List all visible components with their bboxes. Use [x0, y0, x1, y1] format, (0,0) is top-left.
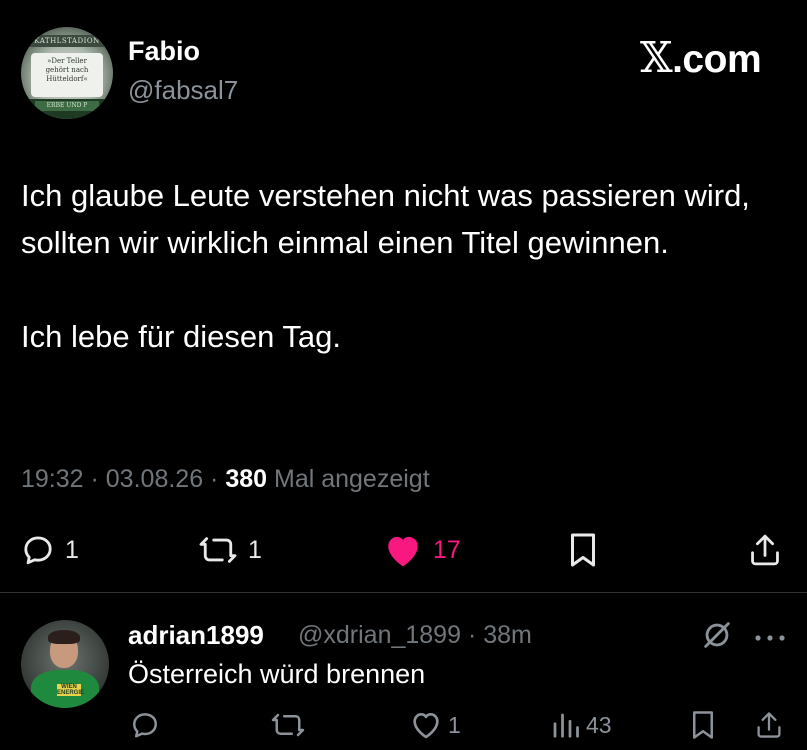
reply-avatar[interactable]: WIEN ENERGIE	[21, 620, 109, 708]
views-count[interactable]: 380	[225, 465, 267, 493]
reply-bookmark-button[interactable]	[690, 708, 716, 742]
like-count: 17	[433, 535, 461, 564]
tweet-text: Ich glaube Leute verstehen nicht was pas…	[21, 172, 791, 360]
tweet-paragraph: Ich lebe für diesen Tag.	[21, 319, 341, 354]
reply-author-handle[interactable]: @xdrian_1899	[298, 621, 461, 649]
avatar-band-text: ERBE UND P	[35, 101, 99, 111]
author-name[interactable]: Fabio	[128, 36, 200, 67]
avatar-sign-line: gehört nach	[45, 66, 89, 74]
avatar-hair	[48, 630, 80, 644]
avatar-sign: »Der Teller gehört nach Hütteldorf«	[31, 53, 103, 97]
reply-views-count: 43	[586, 711, 612, 738]
x-logo: 𝕏.com	[640, 33, 762, 82]
share-button[interactable]	[748, 530, 782, 570]
avatar-banner-text: KATHLSTADION	[29, 35, 105, 47]
tweet-date[interactable]: 03.08.26	[106, 465, 203, 493]
meta-separator: ·	[83, 465, 106, 493]
meta-separator: ·	[203, 465, 226, 493]
avatar-shirt-text: WIEN ENERGIE	[57, 684, 85, 696]
reply-icon	[133, 713, 157, 738]
reply-button[interactable]: 1	[21, 530, 79, 570]
divider	[0, 592, 807, 593]
reply-views-button[interactable]: 43	[550, 708, 612, 742]
heart-filled-icon	[388, 536, 418, 567]
repost-button[interactable]: 1	[198, 530, 262, 570]
avatar-band: ERBE UND P	[21, 99, 113, 119]
tweet-meta: 19:32 · 03.08.26 · 380 Mal angezeigt	[21, 465, 430, 494]
reply-author-name[interactable]: adrian1899	[128, 620, 264, 651]
x-logo-icon: 𝕏	[640, 33, 673, 82]
repost-icon	[271, 713, 305, 737]
repost-icon	[199, 537, 237, 563]
avatar-shirt: WIEN ENERGIE	[31, 670, 99, 708]
bookmark-icon	[571, 533, 595, 567]
reply-text: Österreich würd brennen	[128, 659, 426, 689]
reply-like-button[interactable]: 1	[410, 708, 461, 742]
heart-icon	[413, 713, 439, 739]
repost-count: 1	[248, 535, 262, 564]
reply-repost-button[interactable]	[270, 708, 306, 742]
reply-icon	[24, 536, 52, 565]
author-handle[interactable]: @fabsal7	[128, 75, 238, 106]
bookmark-icon	[693, 711, 713, 739]
reply-author-meta[interactable]: @xdrian_1899 · 38m	[298, 621, 532, 650]
reply-count: 1	[65, 535, 79, 564]
more-icon[interactable]	[753, 630, 787, 648]
author-avatar[interactable]: KATHLSTADION »Der Teller gehört nach Hüt…	[21, 27, 113, 119]
avatar-sign-line: »Der Teller	[47, 57, 87, 65]
tweet-paragraph: Ich glaube Leute verstehen nicht was pas…	[21, 178, 750, 260]
reply-share-button[interactable]	[755, 708, 783, 742]
avatar-sign-line: Hütteldorf«	[46, 75, 88, 83]
reply-like-count: 1	[448, 711, 461, 738]
reply-time[interactable]: 38m	[483, 621, 532, 649]
tweet-time[interactable]: 19:32	[21, 465, 84, 493]
views-label[interactable]: Mal angezeigt	[267, 465, 430, 493]
x-logo-text: .com	[672, 38, 762, 81]
like-button[interactable]: 17	[383, 530, 461, 570]
grok-icon[interactable]	[700, 618, 734, 657]
share-icon	[751, 534, 779, 566]
bookmark-button[interactable]	[567, 530, 599, 570]
meta-separator: ·	[461, 621, 484, 649]
share-icon	[757, 712, 781, 738]
analytics-icon	[553, 713, 579, 738]
reply-reply-button[interactable]	[130, 708, 160, 742]
